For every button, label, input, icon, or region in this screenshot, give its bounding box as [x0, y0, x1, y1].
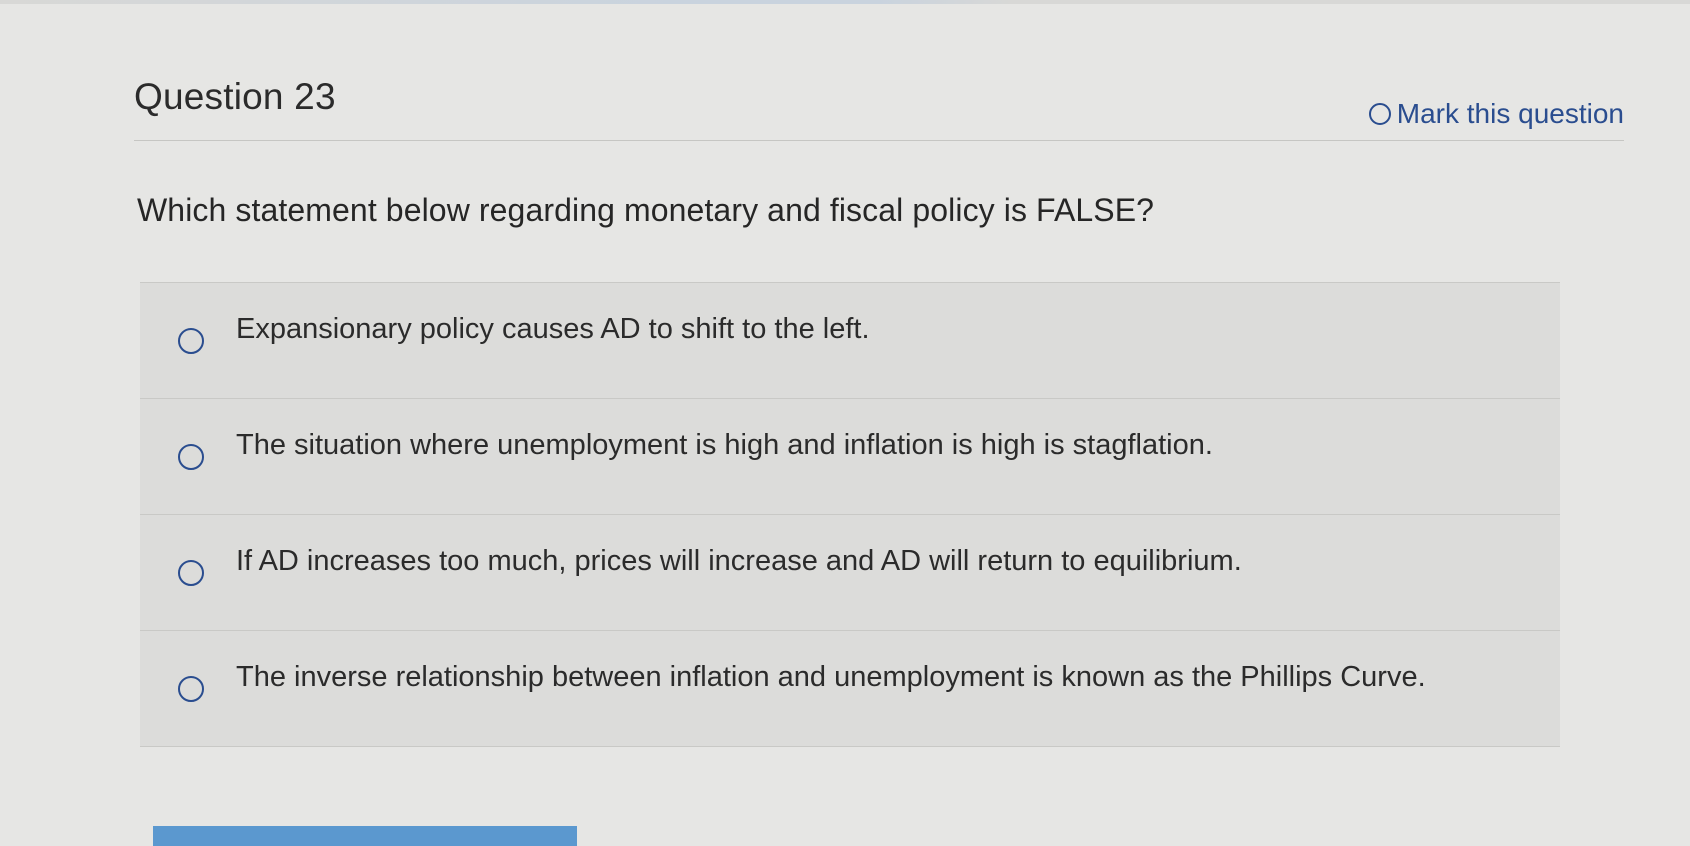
- answer-option-label[interactable]: The situation where unemployment is high…: [236, 429, 1213, 462]
- answer-option-1[interactable]: Expansionary policy causes AD to shift t…: [140, 283, 1560, 399]
- radio-unchecked-icon[interactable]: [178, 443, 204, 470]
- radio-unchecked-icon[interactable]: [178, 559, 204, 586]
- answer-option-label[interactable]: If AD increases too much, prices will in…: [236, 545, 1242, 578]
- mark-question-label[interactable]: Mark this question: [1397, 98, 1624, 130]
- answer-option-label[interactable]: The inverse relationship between inflati…: [236, 661, 1426, 694]
- question-header: Question 23 Mark this question: [134, 70, 1624, 141]
- answer-option-label[interactable]: Expansionary policy causes AD to shift t…: [236, 313, 870, 346]
- radio-unchecked-icon[interactable]: [178, 675, 204, 702]
- top-strip: [0, 0, 1690, 4]
- question-title: Question 23: [134, 76, 336, 117]
- next-button[interactable]: [153, 826, 577, 846]
- answer-options: Expansionary policy causes AD to shift t…: [140, 282, 1560, 747]
- answer-option-3[interactable]: If AD increases too much, prices will in…: [140, 515, 1560, 631]
- circle-outline-icon[interactable]: [1368, 103, 1391, 125]
- answer-option-4[interactable]: The inverse relationship between inflati…: [140, 631, 1560, 747]
- answer-option-2[interactable]: The situation where unemployment is high…: [140, 399, 1560, 515]
- question-prompt: Which statement below regarding monetary…: [137, 192, 1155, 228]
- radio-unchecked-icon[interactable]: [178, 327, 204, 354]
- mark-question-toggle[interactable]: Mark this question: [1368, 98, 1624, 130]
